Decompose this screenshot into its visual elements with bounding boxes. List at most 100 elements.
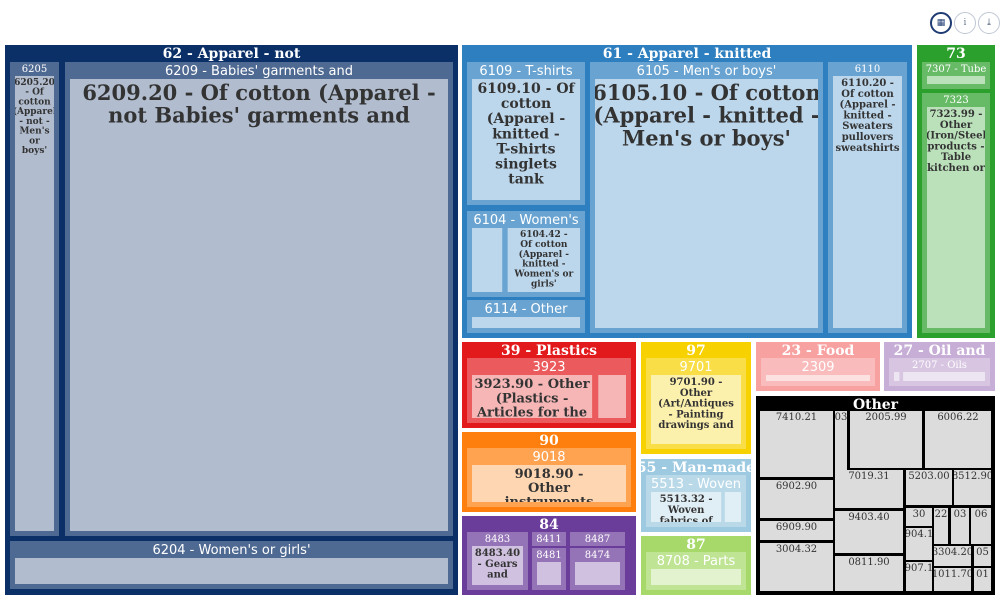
treemap-leaf[interactable] (575, 562, 620, 585)
treemap-group-label: 61 - Apparel - knitted (603, 46, 772, 62)
treemap-leaf-text: - Gears (478, 559, 518, 570)
treemap-other-label: 6909.90 (776, 522, 817, 533)
treemap-leaf-text: (Iron/Steel (926, 131, 987, 142)
treemap-leaf-text: (Plastics - (496, 391, 569, 406)
treemap-leaf-text: Of cotton (520, 240, 568, 250)
treemap-leaf-text: cotton (18, 97, 51, 107)
treemap-leaf-text: Other (940, 120, 973, 131)
treemap-leaf-text: Other (528, 481, 570, 496)
treemap-subgroup-label: 7307 - Tube (926, 64, 987, 75)
treemap-other-label: 06 (975, 509, 988, 520)
treemap-leaf-text: 5513.32 - (660, 494, 713, 505)
treemap-subgroup-label: 2309 (801, 360, 834, 375)
treemap-leaf-text: girls' (531, 280, 557, 290)
treemap-subgroup-label: 6109 - T-shirts (479, 64, 573, 79)
treemap-leaf-text: (Art/Antiques (658, 399, 734, 410)
treemap-leaf-text: pullovers (842, 132, 894, 143)
treemap-leaf-text: 8483.40 (475, 548, 520, 559)
treemap-other-label: 6006.22 (937, 412, 978, 423)
treemap-leaf-text: Woven (667, 505, 705, 516)
treemap-leaf-text: 3923.90 - Other (474, 377, 589, 392)
treemap-leaf-label: 6209.20 - Of cotton (Apparel -not Babies… (82, 80, 435, 128)
treemap-leaf-text: 9018.90 - (515, 467, 584, 482)
treemap-leaf[interactable] (903, 372, 985, 381)
treemap-leaf-text: 6105.10 - Of cotton (592, 80, 820, 105)
treemap-leaf-text: knitted - (522, 260, 566, 270)
treemap-leaf-text: 6209.20 - Of cotton (Apparel - (82, 80, 435, 105)
treemap-subgroup-label: 6105 - Men's or boys' (637, 64, 777, 79)
treemap-leaf-label: 6105.10 - Of cotton(Apparel - knitted -M… (592, 80, 820, 150)
treemap-subgroup-label: 8483 (485, 534, 510, 545)
treemap-leaf[interactable] (598, 375, 626, 418)
treemap-leaf-label: 7323.99 -Other(Iron/Steelproducts -Table… (926, 109, 987, 174)
treemap-subgroup-label: 6205 (22, 64, 47, 75)
treemap-leaf-text: boys' (22, 146, 47, 156)
treemap-group-label: 23 - Food (782, 343, 855, 359)
treemap-other-label: 904.1 (905, 529, 934, 540)
treemap-subgroup-label: 8474 (585, 550, 610, 561)
treemap-chart: 62 - Apparel - not62056205.20- Ofcotton(… (5, 45, 995, 595)
treemap-group-label: 84 (539, 517, 559, 533)
treemap-leaf[interactable] (537, 562, 561, 585)
treemap-leaf[interactable] (766, 375, 870, 381)
treemap-leaf-text: 6109.10 - Of (477, 81, 575, 97)
treemap-subgroup-label: 9018 (532, 450, 565, 465)
treemap-leaf-text: Men's (19, 127, 49, 137)
treemap-leaf-label: 6110.20 -Of cotton(Apparel -knitted -Swe… (836, 78, 900, 154)
treemap-leaf[interactable] (15, 558, 448, 584)
treemap-leaf-text: (Apparel - (839, 100, 895, 111)
treemap-other-label: 6902.90 (776, 481, 817, 492)
treemap-other-label: 0811.90 (848, 557, 889, 568)
treemap-leaf[interactable] (651, 569, 741, 585)
treemap-leaf-text: - Of (25, 88, 45, 98)
treemap-other-label: 5203.00 (908, 471, 949, 482)
treemap-subgroup-label: 5513 - Woven (651, 477, 741, 492)
treemap-other-label: 01 (976, 569, 989, 580)
treemap-subgroup-label: 8481 (536, 550, 561, 561)
treemap-subgroup-label: 6104 - Women's (473, 213, 579, 228)
treemap-other-label: 9403.40 (848, 512, 889, 523)
treemap-other-label: 03 (835, 412, 848, 423)
treemap-leaf-text: 6104.42 - (520, 230, 568, 240)
treemap-group-label: 39 - Plastics (501, 343, 597, 359)
treemap-leaf[interactable] (472, 228, 503, 292)
treemap-group-label: Other (853, 397, 899, 413)
treemap-leaf-text: - not - (19, 117, 50, 127)
treemap-leaf-text: knitted - (492, 126, 560, 142)
treemap-leaf-text: knitted - (843, 110, 891, 121)
treemap-leaf-text: (Apparel - (519, 249, 570, 260)
treemap-leaf[interactable] (894, 372, 900, 381)
treemap-other-label: 2005.99 (865, 412, 906, 423)
treemap-leaf[interactable] (472, 317, 580, 328)
treemap-other-label: 1011.70 (932, 569, 973, 580)
treemap-leaf-text: cotton (501, 96, 551, 112)
treemap-leaf[interactable] (724, 492, 741, 522)
treemap-leaf-text: 9701.90 - (670, 377, 723, 388)
treemap-leaf-text: (Apparel - (487, 111, 566, 127)
treemap-group-label: 55 - Man-made (637, 460, 755, 476)
treemap-subgroup-label: 6209 - Babies' garments and (165, 64, 353, 79)
treemap-leaf-text: singlets (495, 157, 557, 173)
treemap-leaf-text: kitchen or (927, 163, 985, 174)
treemap-subgroup-label: 8411 (536, 534, 561, 545)
treemap-subgroup-label: 7323 (943, 95, 968, 106)
treemap-leaf-text: Men's or boys' (622, 125, 791, 150)
treemap-other-label: 30 (913, 509, 926, 520)
treemap-leaf-text: 6205.20 (14, 78, 55, 88)
treemap-leaf[interactable] (927, 76, 985, 84)
treemap-other-label: 3304.20 (932, 547, 973, 558)
treemap-leaf-text: Of cotton (841, 89, 894, 100)
treemap-subgroup-label: 8708 - Parts (657, 554, 736, 569)
treemap-subgroup-label: 6204 - Women's or girls' (152, 543, 310, 558)
treemap-other-label: 05 (976, 547, 989, 558)
treemap-leaf[interactable] (70, 79, 448, 531)
treemap-leaf-text: Table (941, 152, 971, 163)
treemap-leaf-text: 6110.20 - (841, 78, 894, 89)
treemap-leaf-text: Women's or (513, 270, 573, 280)
treemap-leaf-text: drawings and (658, 420, 733, 431)
treemap-group-label: 73 (946, 46, 965, 62)
treemap-other-label: 3004.32 (776, 544, 817, 555)
treemap-other-label: 7019.31 (848, 471, 889, 482)
treemap-leaf-text: products - (927, 141, 984, 152)
treemap-subgroup-label: 3923 (532, 360, 565, 375)
